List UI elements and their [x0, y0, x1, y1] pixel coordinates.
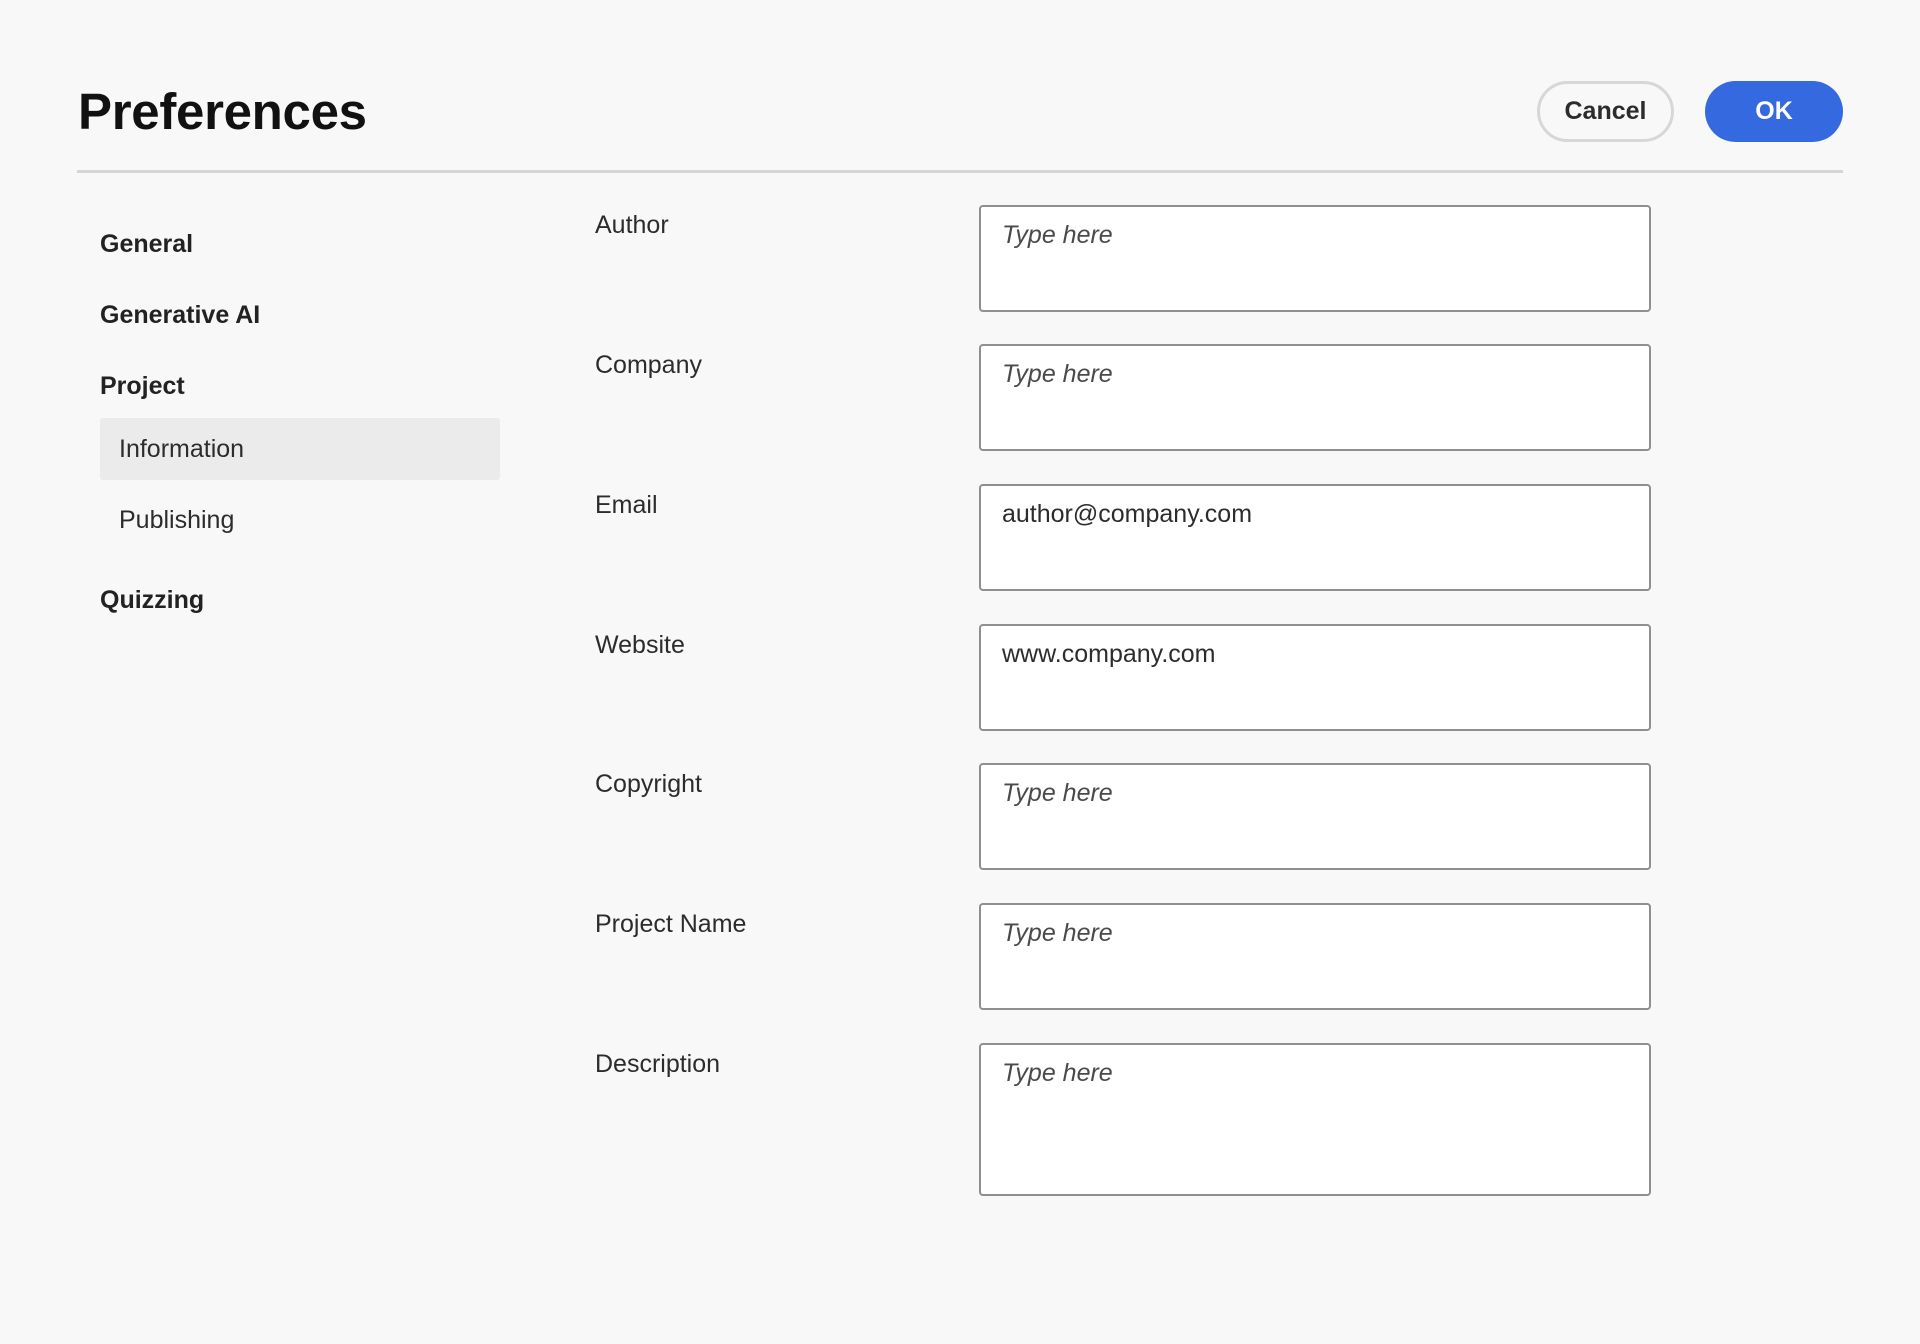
website-label: Website — [595, 631, 685, 659]
preferences-dialog: Preferences Cancel OK General Generative… — [0, 0, 1920, 1344]
company-label: Company — [595, 351, 702, 379]
sidebar-item-label: Publishing — [119, 505, 235, 534]
website-field[interactable]: www.company.com — [979, 624, 1651, 731]
header-divider — [77, 170, 1843, 173]
copyright-field[interactable] — [979, 763, 1651, 870]
sidebar-item-general[interactable]: General — [100, 230, 193, 259]
company-field[interactable] — [979, 344, 1651, 451]
project-name-field[interactable] — [979, 903, 1651, 1010]
sidebar-item-quizzing[interactable]: Quizzing — [100, 586, 204, 615]
sidebar-item-publishing[interactable]: Publishing — [100, 489, 500, 551]
project-name-label: Project Name — [595, 910, 747, 938]
ok-button[interactable]: OK — [1705, 81, 1843, 142]
author-label: Author — [595, 211, 669, 239]
author-field[interactable] — [979, 205, 1651, 312]
sidebar-item-project[interactable]: Project — [100, 372, 185, 401]
cancel-button[interactable]: Cancel — [1537, 81, 1674, 142]
email-label: Email — [595, 491, 658, 519]
description-field[interactable] — [979, 1043, 1651, 1196]
sidebar-item-label: Information — [119, 434, 245, 463]
email-field[interactable]: author@company.com — [979, 484, 1651, 591]
sidebar-item-information[interactable]: Information — [100, 418, 500, 480]
dialog-title: Preferences — [78, 83, 367, 140]
copyright-label: Copyright — [595, 770, 702, 798]
description-label: Description — [595, 1050, 721, 1078]
sidebar-item-generative-ai[interactable]: Generative AI — [100, 301, 260, 330]
